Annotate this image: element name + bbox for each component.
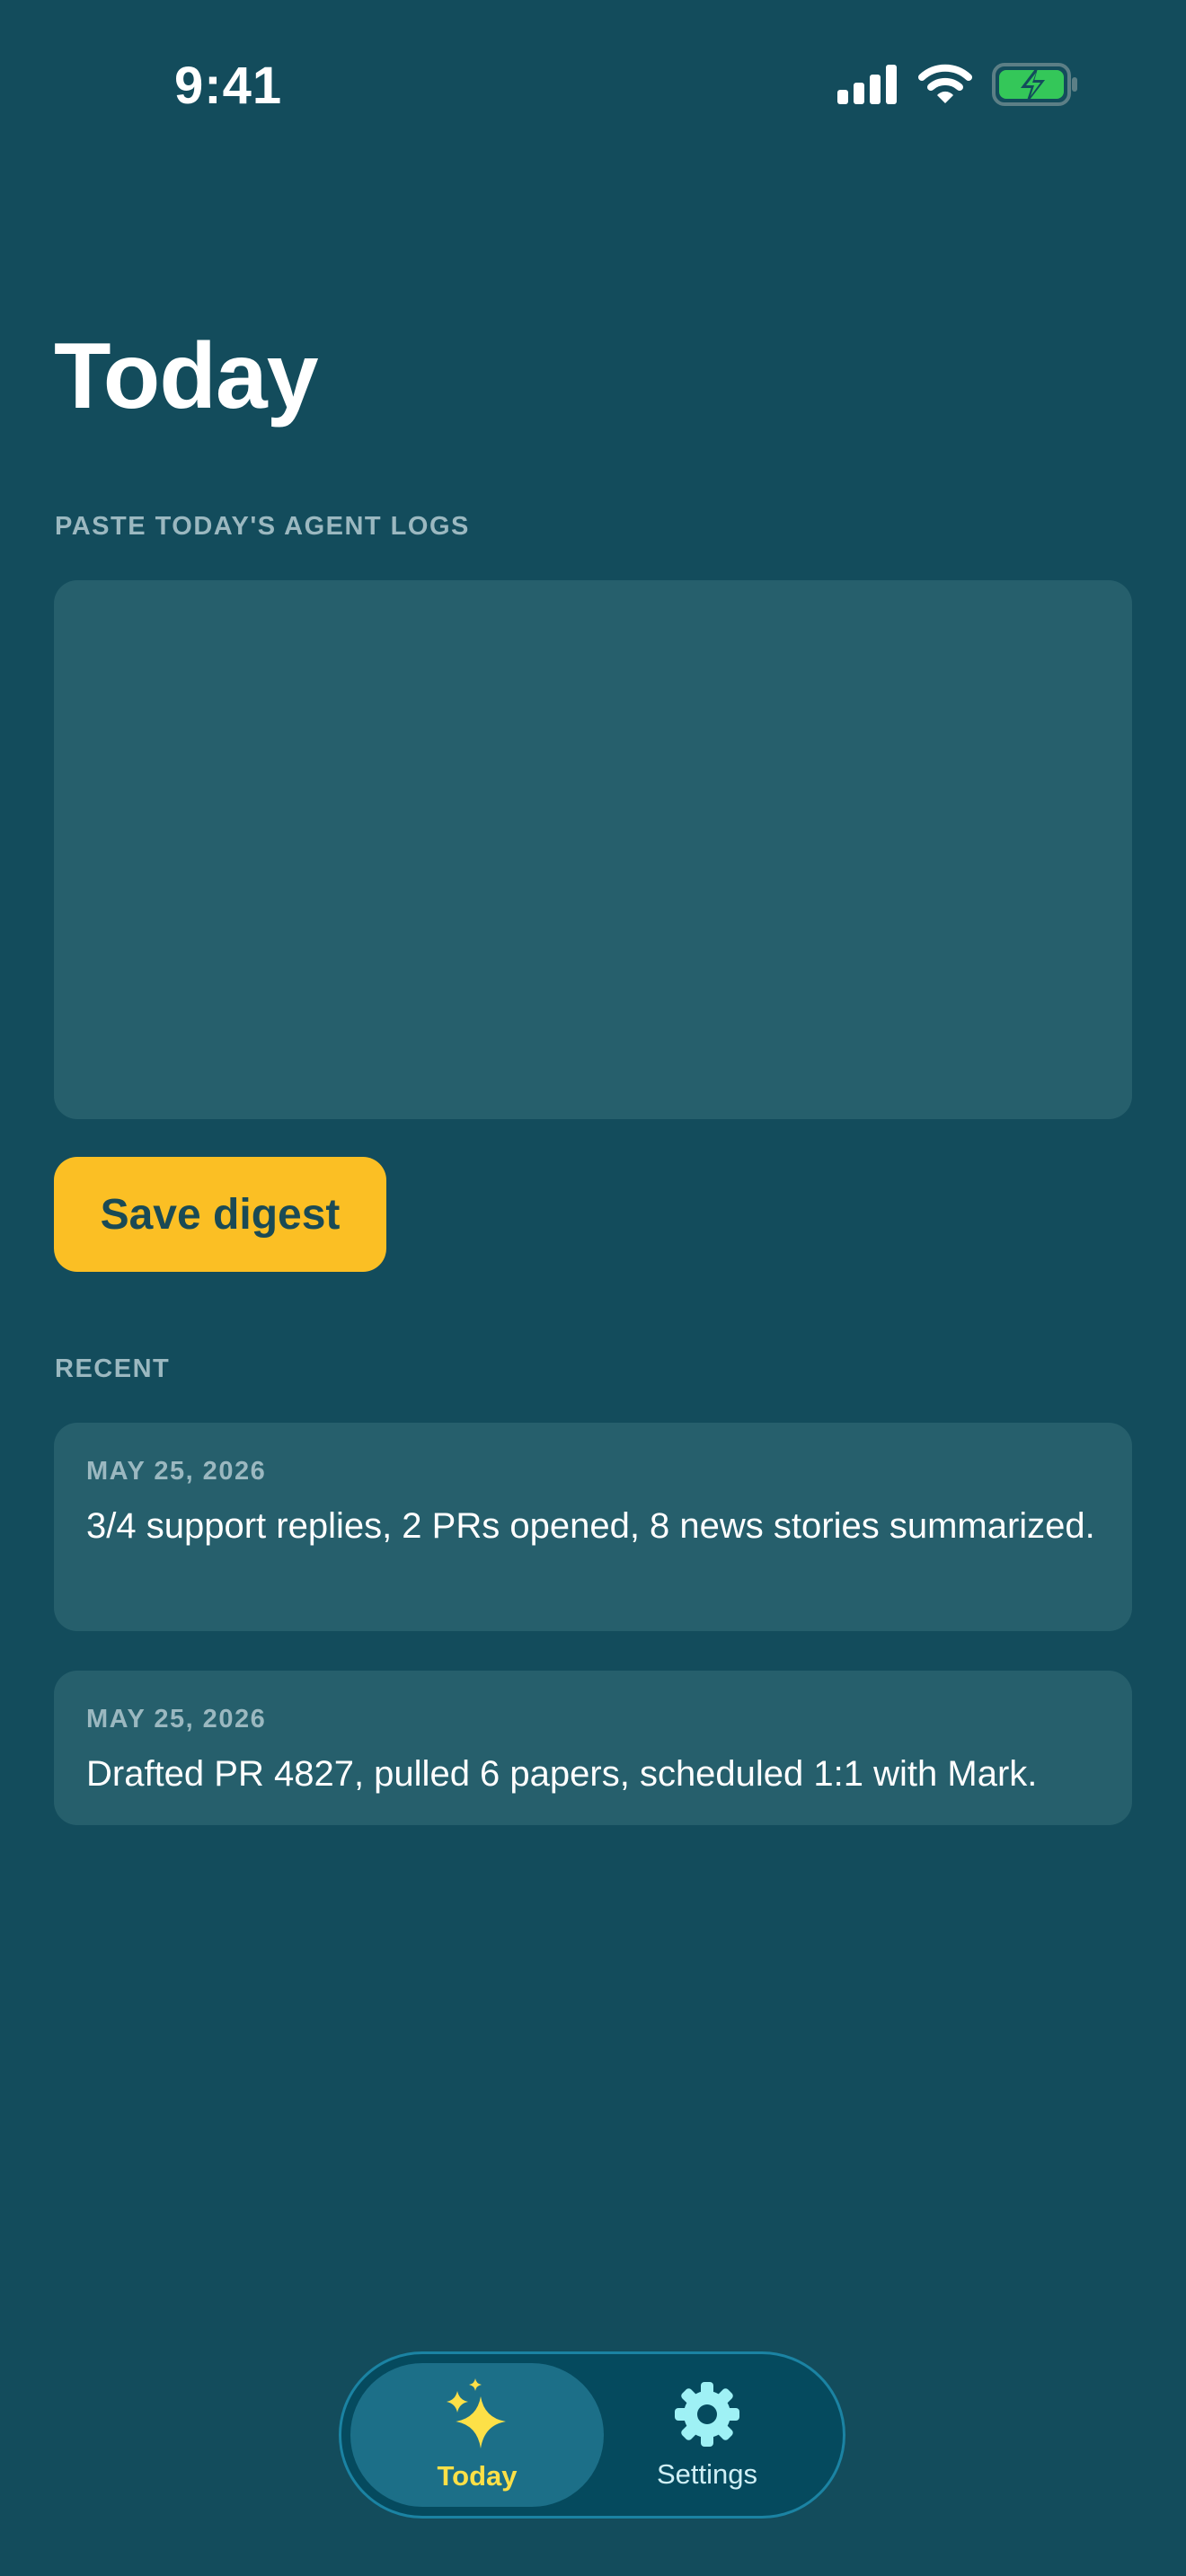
status-time: 9:41 bbox=[174, 57, 283, 115]
digest-summary: Drafted PR 4827, pulled 6 papers, schedu… bbox=[86, 1754, 1038, 1794]
recent-section-label: RECENT bbox=[55, 1354, 171, 1383]
digest-date: MAY 25, 2026 bbox=[86, 1457, 267, 1486]
agent-logs-input[interactable] bbox=[54, 580, 1132, 1119]
wifi-icon bbox=[918, 64, 972, 110]
status-bar: 9:41 bbox=[0, 0, 1186, 171]
tab-today[interactable]: Today bbox=[350, 2363, 604, 2507]
battery-charging-icon bbox=[992, 63, 1078, 110]
cellular-signal-icon bbox=[837, 65, 898, 109]
save-digest-button[interactable]: Save digest bbox=[54, 1157, 386, 1272]
gear-icon bbox=[673, 2380, 741, 2453]
tab-settings[interactable]: Settings bbox=[580, 2363, 834, 2507]
sparkles-icon bbox=[445, 2378, 509, 2455]
recent-digest-card[interactable]: MAY 25, 2026 3/4 support replies, 2 PRs … bbox=[54, 1423, 1132, 1631]
tab-settings-label: Settings bbox=[656, 2457, 757, 2490]
status-icons bbox=[837, 63, 1078, 110]
tab-today-label: Today bbox=[437, 2459, 518, 2492]
log-input-label: PASTE TODAY'S AGENT LOGS bbox=[55, 512, 470, 541]
digest-date: MAY 25, 2026 bbox=[86, 1705, 267, 1734]
recent-digest-card[interactable]: MAY 25, 2026 Drafted PR 4827, pulled 6 p… bbox=[54, 1671, 1132, 1825]
digest-summary: 3/4 support replies, 2 PRs opened, 8 new… bbox=[86, 1506, 1095, 1546]
page-title: Today bbox=[54, 324, 319, 428]
tab-bar: Today Settings bbox=[339, 2351, 845, 2519]
